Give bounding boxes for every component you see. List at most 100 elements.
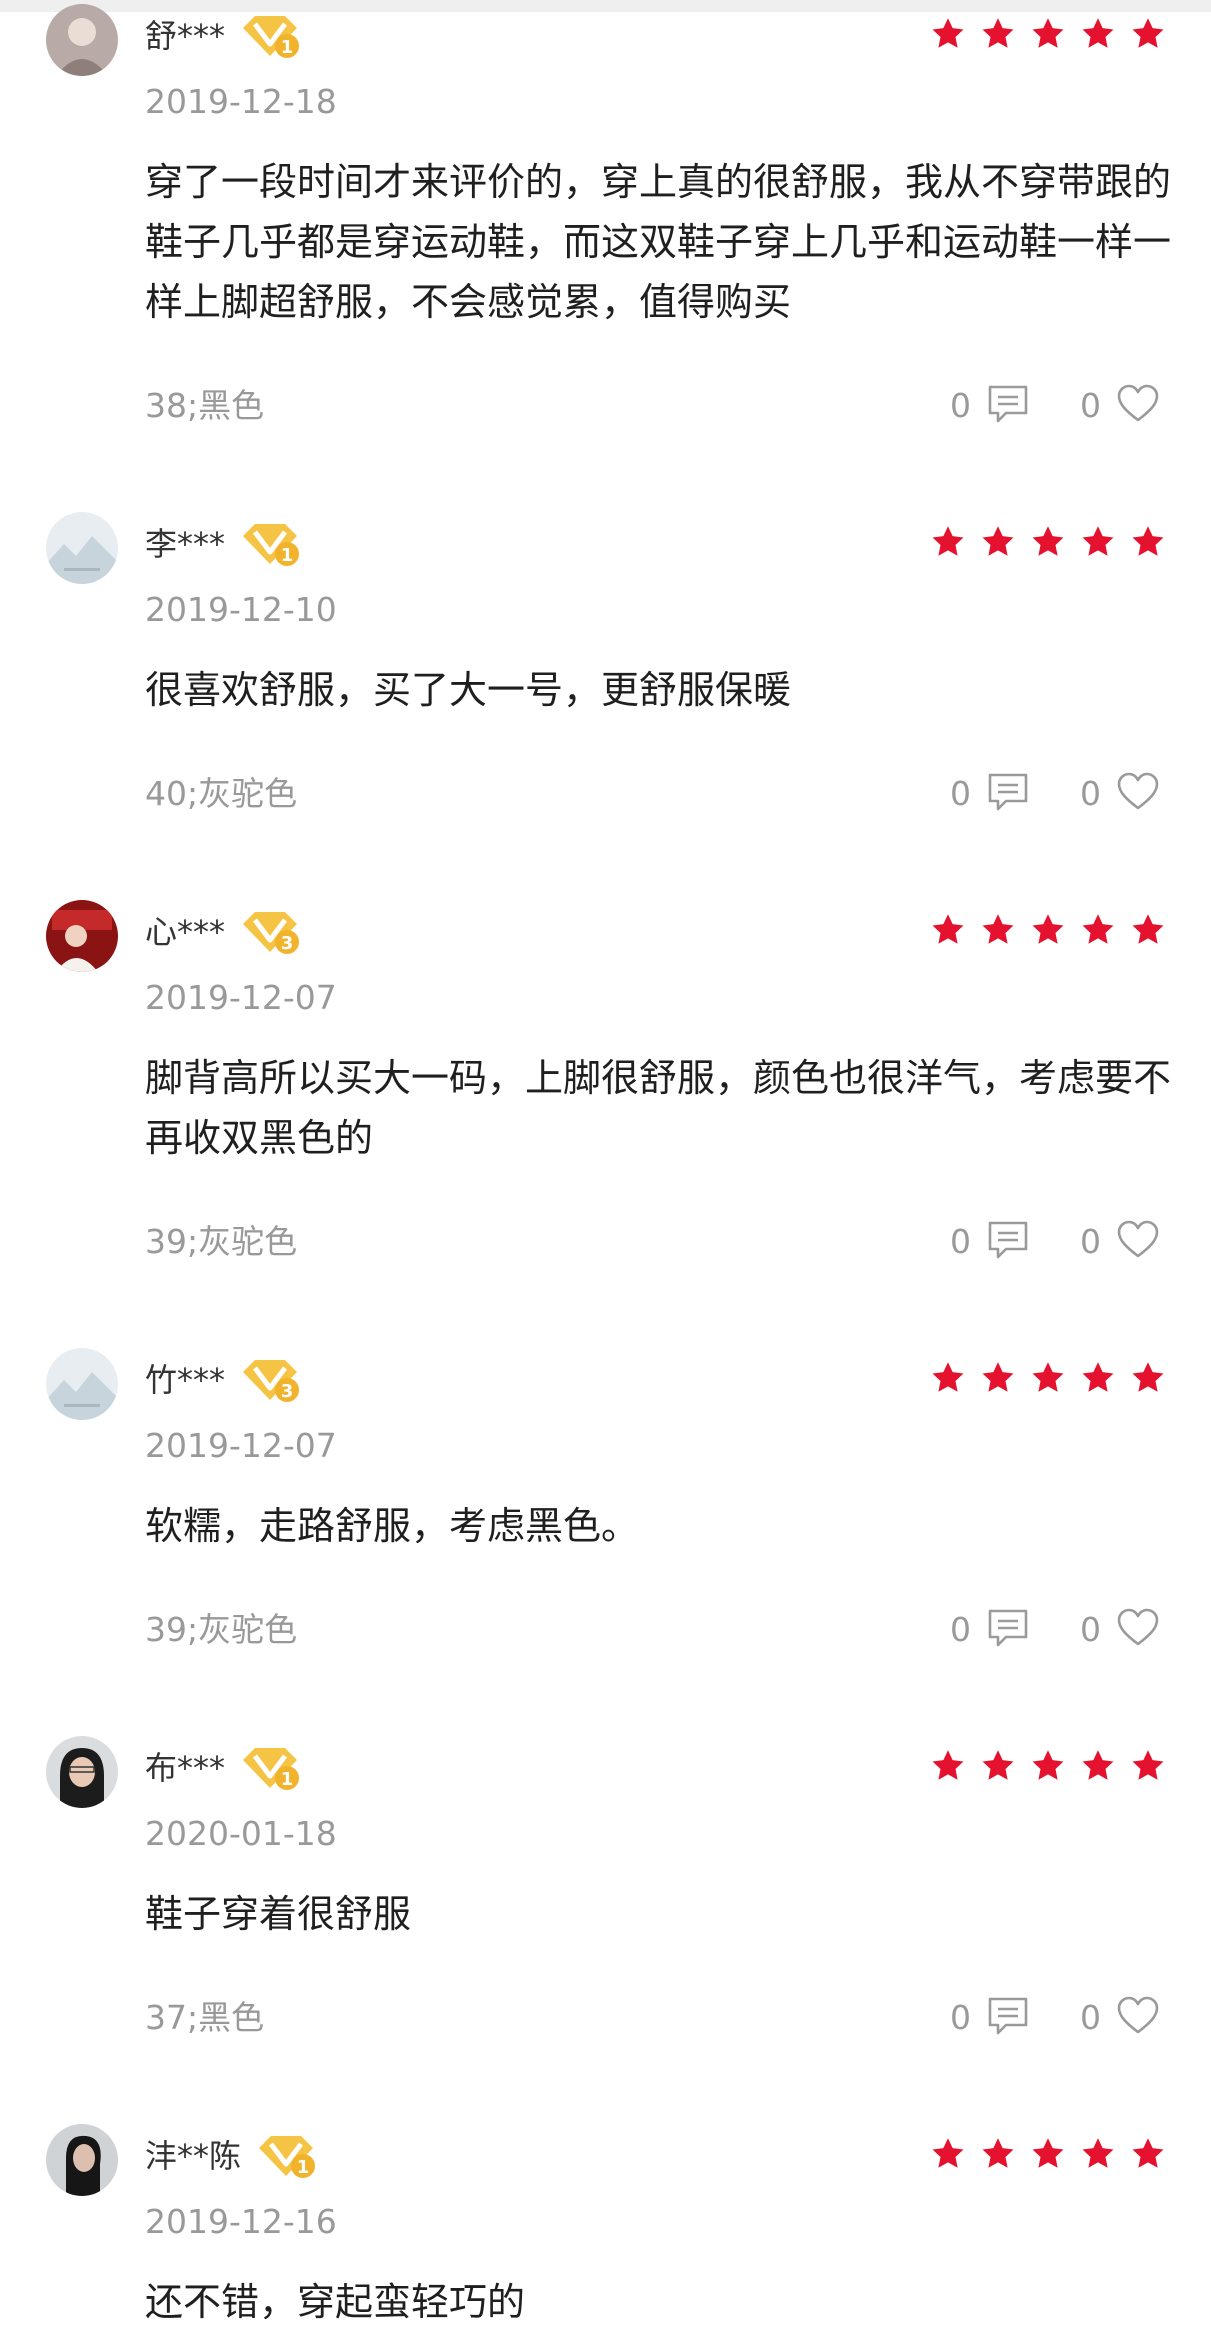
username: 李*** — [145, 525, 226, 563]
heart-icon[interactable] — [1115, 1218, 1161, 1262]
avatar[interactable] — [46, 900, 118, 972]
review-item: 竹*** 3 2019-12-07 软糯，走路舒服，考虑黑色。 39;灰驼色 0… — [0, 1348, 1211, 1720]
default-avatar-icon — [46, 512, 118, 584]
avatar[interactable] — [46, 1736, 118, 1808]
like-count: 0 — [1080, 1998, 1101, 2037]
photo-avatar-icon — [46, 1736, 118, 1808]
vip-level-badge-icon: 3 — [243, 1360, 299, 1402]
default-avatar-icon — [46, 1348, 118, 1420]
svg-text:1: 1 — [281, 37, 294, 58]
svg-text:1: 1 — [281, 545, 294, 566]
star-icon — [1032, 914, 1064, 944]
star-icon — [1032, 2138, 1064, 2168]
avatar[interactable] — [46, 4, 118, 76]
comment-icon[interactable] — [985, 1994, 1031, 2038]
product-spec: 40;灰驼色 — [145, 774, 298, 813]
comment-count: 0 — [950, 386, 971, 425]
review-content: 穿了一段时间才来评价的，穿上真的很舒服，我从不穿带跟的鞋子几乎都是穿运动鞋，而这… — [145, 160, 1172, 324]
review-content: 还不错，穿起蛮轻巧的 — [145, 2280, 526, 2324]
svg-text:3: 3 — [281, 933, 294, 954]
star-icon — [932, 1362, 964, 1392]
star-icon — [1032, 1362, 1064, 1392]
star-icon — [982, 18, 1014, 48]
like-count: 0 — [1080, 774, 1101, 813]
comment-count: 0 — [950, 1610, 971, 1649]
svg-text:1: 1 — [281, 1769, 294, 1790]
avatar[interactable] — [46, 512, 118, 584]
avatar[interactable] — [46, 1348, 118, 1420]
star-icon — [1082, 18, 1114, 48]
product-spec: 38;黑色 — [145, 386, 265, 425]
username: 布*** — [145, 1749, 226, 1787]
star-icon — [1132, 914, 1164, 944]
star-icon — [982, 2138, 1014, 2168]
photo-avatar-icon — [46, 900, 118, 972]
comment-icon[interactable] — [985, 382, 1031, 426]
vip-level-badge-icon: 1 — [243, 1748, 299, 1790]
star-icon — [1032, 526, 1064, 556]
review-item: 心*** 3 2019-12-07 脚背高所以买大一码，上脚很舒服，颜色也很洋气… — [0, 900, 1211, 1332]
heart-icon[interactable] — [1115, 770, 1161, 814]
rating-stars — [930, 16, 1166, 56]
star-icon — [932, 1750, 964, 1780]
vip-level-badge-icon: 1 — [259, 2136, 315, 2178]
heart-icon[interactable] — [1115, 382, 1161, 426]
heart-icon[interactable] — [1115, 1606, 1161, 1650]
comment-icon[interactable] — [985, 1606, 1031, 1650]
photo-avatar-icon — [46, 4, 118, 76]
comment-count: 0 — [950, 774, 971, 813]
star-icon — [1082, 914, 1114, 944]
star-icon — [982, 1750, 1014, 1780]
vip-level-badge-icon: 3 — [243, 912, 299, 954]
vip-level-badge-icon: 1 — [243, 16, 299, 58]
review-content: 鞋子穿着很舒服 — [145, 1892, 412, 1936]
review-item: 沣**陈 1 2019-12-16 还不错，穿起蛮轻巧的 — [0, 2124, 1211, 2328]
rating-stars — [930, 2136, 1166, 2176]
star-icon — [1132, 526, 1164, 556]
rating-stars — [930, 1748, 1166, 1788]
comment-icon[interactable] — [985, 1218, 1031, 1262]
review-item: 布*** 1 2020-01-18 鞋子穿着很舒服 37;黑色 0 0 — [0, 1736, 1211, 2108]
review-content: 脚背高所以买大一码，上脚很舒服，颜色也很洋气，考虑要不再收双黑色的 — [145, 1056, 1172, 1160]
username: 舒*** — [145, 17, 226, 55]
review-date: 2019-12-10 — [145, 590, 337, 629]
star-icon — [932, 18, 964, 48]
comment-icon[interactable] — [985, 770, 1031, 814]
star-icon — [982, 526, 1014, 556]
like-count: 0 — [1080, 1222, 1101, 1261]
star-icon — [932, 914, 964, 944]
rating-stars — [930, 1360, 1166, 1400]
review-item: 舒*** 1 2019-12-18 穿了一段时间才来评价的，穿上真的很舒服，我从… — [0, 4, 1211, 466]
star-icon — [1132, 18, 1164, 48]
product-spec: 39;灰驼色 — [145, 1610, 298, 1649]
review-content: 软糯，走路舒服，考虑黑色。 — [145, 1504, 640, 1548]
star-icon — [932, 526, 964, 556]
username: 沣**陈 — [145, 2137, 242, 2175]
review-content: 很喜欢舒服，买了大一号，更舒服保暖 — [145, 668, 792, 712]
avatar[interactable] — [46, 2124, 118, 2196]
star-icon — [1132, 1362, 1164, 1392]
rating-stars — [930, 524, 1166, 564]
review-date: 2019-12-07 — [145, 1426, 337, 1465]
star-icon — [1132, 2138, 1164, 2168]
star-icon — [932, 2138, 964, 2168]
comment-count: 0 — [950, 1222, 971, 1261]
heart-icon[interactable] — [1115, 1994, 1161, 2038]
review-date: 2019-12-07 — [145, 978, 337, 1017]
star-icon — [1082, 2138, 1114, 2168]
review-date: 2020-01-18 — [145, 1814, 337, 1853]
review-list: 舒*** 1 2019-12-18 穿了一段时间才来评价的，穿上真的很舒服，我从… — [0, 0, 1211, 2328]
product-spec: 39;灰驼色 — [145, 1222, 298, 1261]
username: 竹*** — [145, 1361, 226, 1399]
svg-text:1: 1 — [297, 2157, 310, 2178]
review-item: 李*** 1 2019-12-10 很喜欢舒服，买了大一号，更舒服保暖 40;灰… — [0, 512, 1211, 884]
star-icon — [982, 1362, 1014, 1392]
star-icon — [1082, 1362, 1114, 1392]
star-icon — [1082, 1750, 1114, 1780]
star-icon — [1032, 1750, 1064, 1780]
vip-level-badge-icon: 1 — [243, 524, 299, 566]
star-icon — [1132, 1750, 1164, 1780]
rating-stars — [930, 912, 1166, 952]
review-date: 2019-12-18 — [145, 82, 337, 121]
svg-text:3: 3 — [281, 1381, 294, 1402]
